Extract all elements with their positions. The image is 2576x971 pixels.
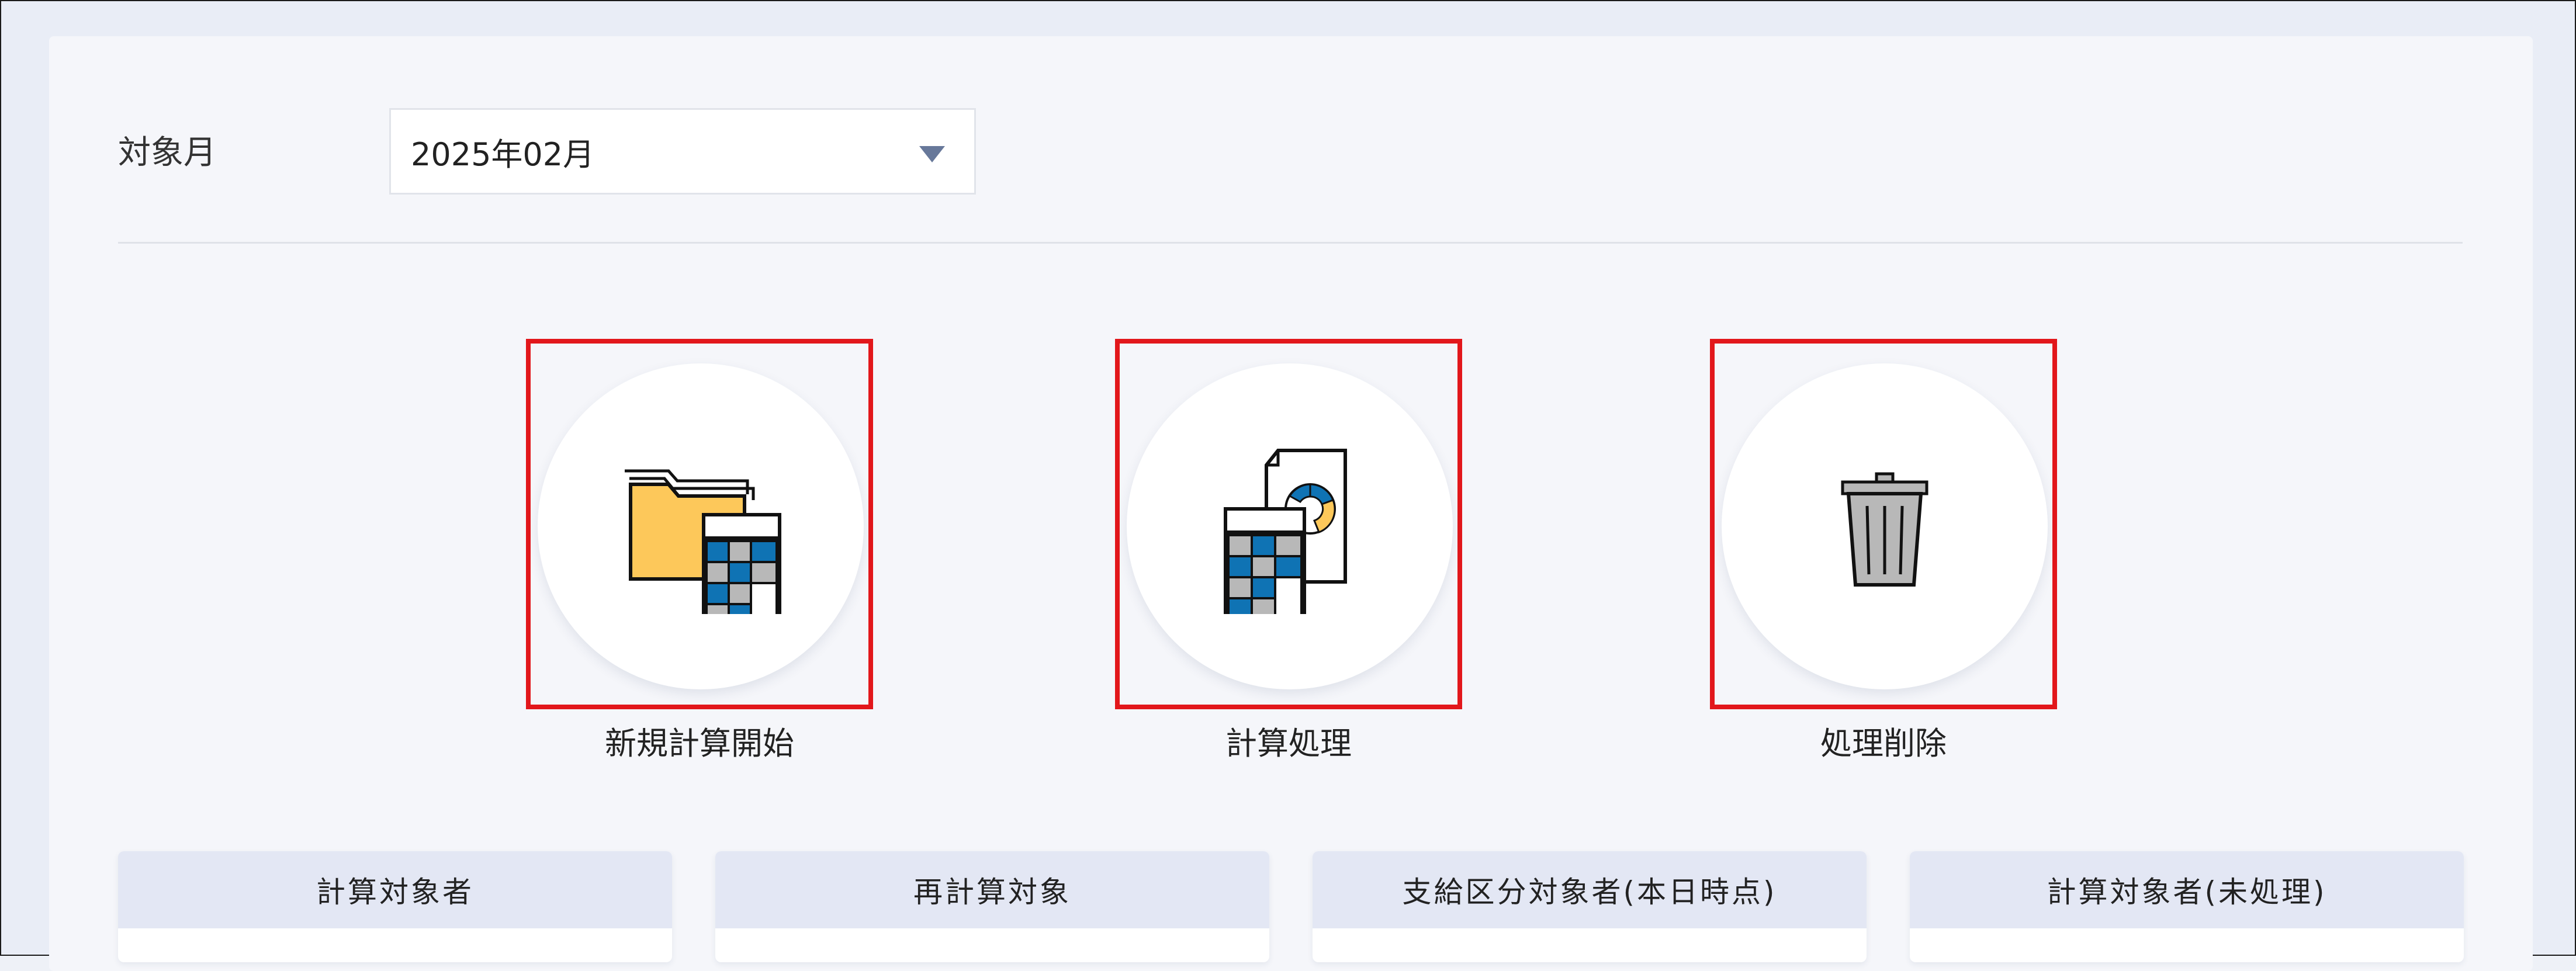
calculator-report-icon — [1224, 449, 1347, 614]
summary-card-title: 計算対象者(未処理) — [1910, 851, 2464, 928]
summary-card-targets: 計算対象者 — [118, 851, 672, 962]
delete-process-button[interactable] — [1710, 339, 2057, 709]
summary-card-recalculation: 再計算対象 — [715, 851, 1269, 962]
target-month-select[interactable]: 2025年02月 — [389, 108, 976, 195]
summary-card-title: 支給区分対象者(本日時点) — [1313, 851, 1867, 928]
calculation-process-label: 計算処理 — [1225, 725, 1352, 762]
chevron-down-icon — [919, 146, 945, 162]
folder-calculator-icon — [625, 469, 781, 614]
new-calculation-button[interactable] — [526, 339, 873, 709]
summary-card-title: 再計算対象 — [715, 851, 1269, 928]
new-calculation-label: 新規計算開始 — [605, 725, 794, 762]
summary-card-payment-category: 支給区分対象者(本日時点) — [1313, 851, 1867, 962]
target-month-value: 2025年02月 — [411, 136, 595, 173]
calculation-process-icon-circle — [1127, 363, 1453, 689]
summary-card-unprocessed: 計算対象者(未処理) — [1910, 851, 2464, 962]
trash-can-icon — [1841, 472, 1928, 587]
target-month-label: 対象月 — [118, 134, 216, 172]
summary-card-title: 計算対象者 — [118, 851, 672, 928]
delete-process-icon-circle — [1722, 363, 2048, 689]
new-calculation-icon-circle — [538, 363, 864, 689]
calculation-process-button[interactable] — [1115, 339, 1462, 709]
section-divider — [118, 242, 2463, 244]
delete-process-label: 処理削除 — [1820, 725, 1947, 762]
